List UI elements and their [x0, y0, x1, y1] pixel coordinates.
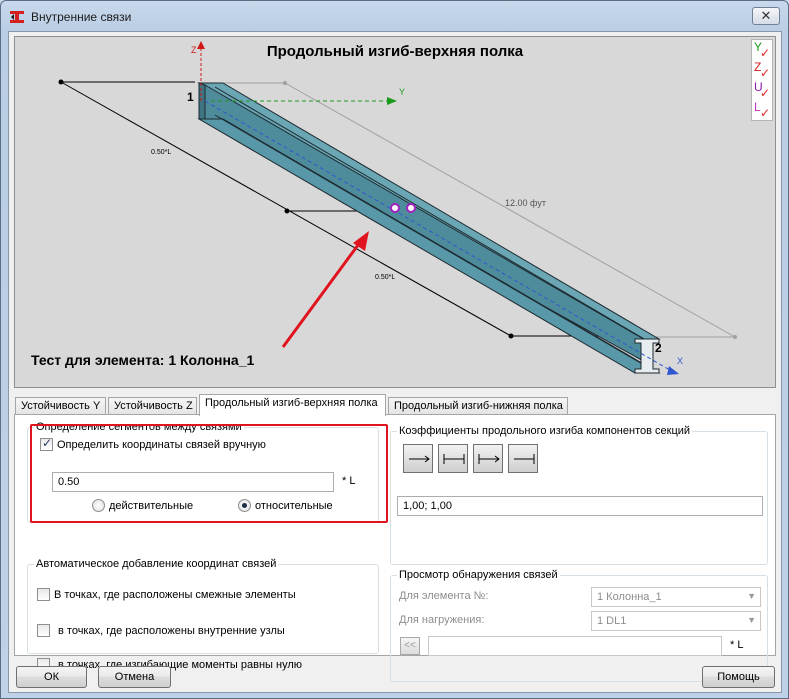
dialog-client-area: Z Y X 1 2 12.00 фут 0.50*L 0.50*L Продол…: [8, 31, 782, 693]
tab-panel: Определение сегментов между связями Опре…: [14, 414, 776, 682]
dim-point: [284, 208, 290, 214]
cancel-button[interactable]: Отмена: [98, 666, 171, 688]
beam-viewport[interactable]: Z Y X 1 2 12.00 фут 0.50*L 0.50*L Продол…: [14, 36, 776, 388]
check-icon: ✓: [760, 86, 771, 100]
close-icon: ✕: [760, 8, 772, 23]
load-case-value: 1 DL1: [597, 615, 627, 627]
check-icon: ✓: [760, 106, 771, 120]
axis-y-arrow: [387, 97, 397, 105]
pin-pin-icon: [409, 455, 430, 463]
node-end-label: 2: [655, 341, 662, 355]
ok-button[interactable]: ОК: [16, 666, 87, 688]
tab-stability-y[interactable]: Устойчивость Y: [15, 397, 106, 415]
element-number-label: Для элемента №:: [399, 590, 489, 602]
back-button[interactable]: <<: [400, 637, 420, 655]
dim-left-label: 0.50*L: [151, 149, 171, 156]
chevron-down-icon: ▼: [747, 591, 756, 601]
i-beam: [197, 82, 676, 374]
internal-nodes-label: в точках, где расположены внутренние узл…: [58, 624, 285, 637]
ref-point: [733, 335, 737, 339]
close-button[interactable]: ✕: [752, 7, 780, 25]
checkbox-box: [37, 588, 50, 601]
fixity-fixed-free-button[interactable]: [473, 444, 503, 473]
auto-add-legend: Автоматическое добавление координат связ…: [34, 558, 279, 570]
toggle-axis-l[interactable]: L ✓: [753, 100, 773, 120]
title-bar: Внутренние связи ✕: [1, 1, 788, 31]
axis-toggle-panel: Y ✓ Z ✓ U ✓ L ✓: [751, 39, 773, 121]
viewport-title: Продольный изгиб-верхняя полка: [266, 43, 524, 60]
axis-y-label: Y: [399, 87, 405, 97]
brace-point[interactable]: [406, 203, 416, 213]
chevron-down-icon: ▼: [747, 615, 756, 625]
adjacent-elements-checkbox[interactable]: В точках, где расположены смежные элемен…: [37, 588, 296, 601]
help-button[interactable]: Помощь: [702, 666, 775, 688]
detection-input[interactable]: [428, 636, 722, 656]
auto-add-group: Автоматическое добавление координат связ…: [27, 558, 379, 654]
fixed-fixed-icon: [443, 454, 465, 464]
fixity-free-fixed-button[interactable]: [508, 444, 538, 473]
dim-length-label: 12.00 фут: [505, 198, 546, 208]
free-fixed-icon: [514, 454, 535, 464]
fixity-both-fixed-button[interactable]: [438, 444, 468, 473]
checkbox-box: [37, 624, 50, 637]
beam-drawing: Z Y X 1 2 12.00 фут 0.50*L 0.50*L: [58, 41, 737, 375]
adjacent-elements-label: В точках, где расположены смежные элемен…: [54, 588, 296, 601]
toggle-axis-u[interactable]: U ✓: [753, 80, 773, 100]
viewport-caption: Тест для элемента: 1 Колонна_1: [31, 352, 255, 368]
detection-unit-label: * L: [730, 639, 744, 651]
check-icon: ✓: [760, 66, 771, 80]
highlight-frame: [30, 424, 388, 523]
ref-point: [283, 81, 287, 85]
dialog-window: Внутренние связи ✕ Z Y X 1 2 12.00 фут 0…: [0, 0, 789, 699]
window-title: Внутренние связи: [31, 10, 132, 24]
element-number-select[interactable]: 1 Колонна_1 ▼: [591, 587, 761, 607]
zero-moment-label: в точках, где изгибающие моменты равны н…: [58, 658, 302, 671]
coefficients-group: Коэффициенты продольного изгиба компонен…: [390, 425, 768, 565]
app-logo-icon: [10, 11, 24, 23]
fixed-free-icon: [478, 454, 500, 464]
node-start-label: 1: [187, 90, 194, 104]
coefficients-input[interactable]: 1,00; 1,00: [397, 496, 763, 516]
axis-x-arrow: [667, 366, 679, 375]
fixity-both-free-button[interactable]: [403, 444, 433, 473]
tab-stability-z[interactable]: Устойчивость Z: [108, 397, 197, 415]
toggle-axis-z[interactable]: Z ✓: [753, 60, 773, 80]
axis-x-label: X: [677, 356, 683, 366]
dim-point: [508, 333, 514, 339]
annotation-arrow-line: [281, 240, 363, 348]
dim-right-label: 0.50*L: [375, 274, 395, 281]
dim-point: [58, 79, 64, 85]
element-number-value: 1 Колонна_1: [597, 591, 662, 603]
detection-legend: Просмотр обнаружения связей: [397, 569, 560, 581]
tab-buckling-bottom-flange[interactable]: Продольный изгиб-нижняя полка: [388, 397, 568, 415]
internal-nodes-checkbox[interactable]: в точках, где расположены внутренние узл…: [37, 624, 285, 637]
toggle-axis-y[interactable]: Y ✓: [753, 40, 773, 60]
load-case-label: Для нагружения:: [399, 614, 485, 626]
check-icon: ✓: [760, 46, 771, 60]
load-case-select[interactable]: 1 DL1 ▼: [591, 611, 761, 631]
coefficients-legend: Коэффициенты продольного изгиба компонен…: [397, 425, 693, 437]
tab-buckling-top-flange[interactable]: Продольный изгиб-верхняя полка: [199, 394, 386, 416]
brace-point[interactable]: [390, 203, 400, 213]
